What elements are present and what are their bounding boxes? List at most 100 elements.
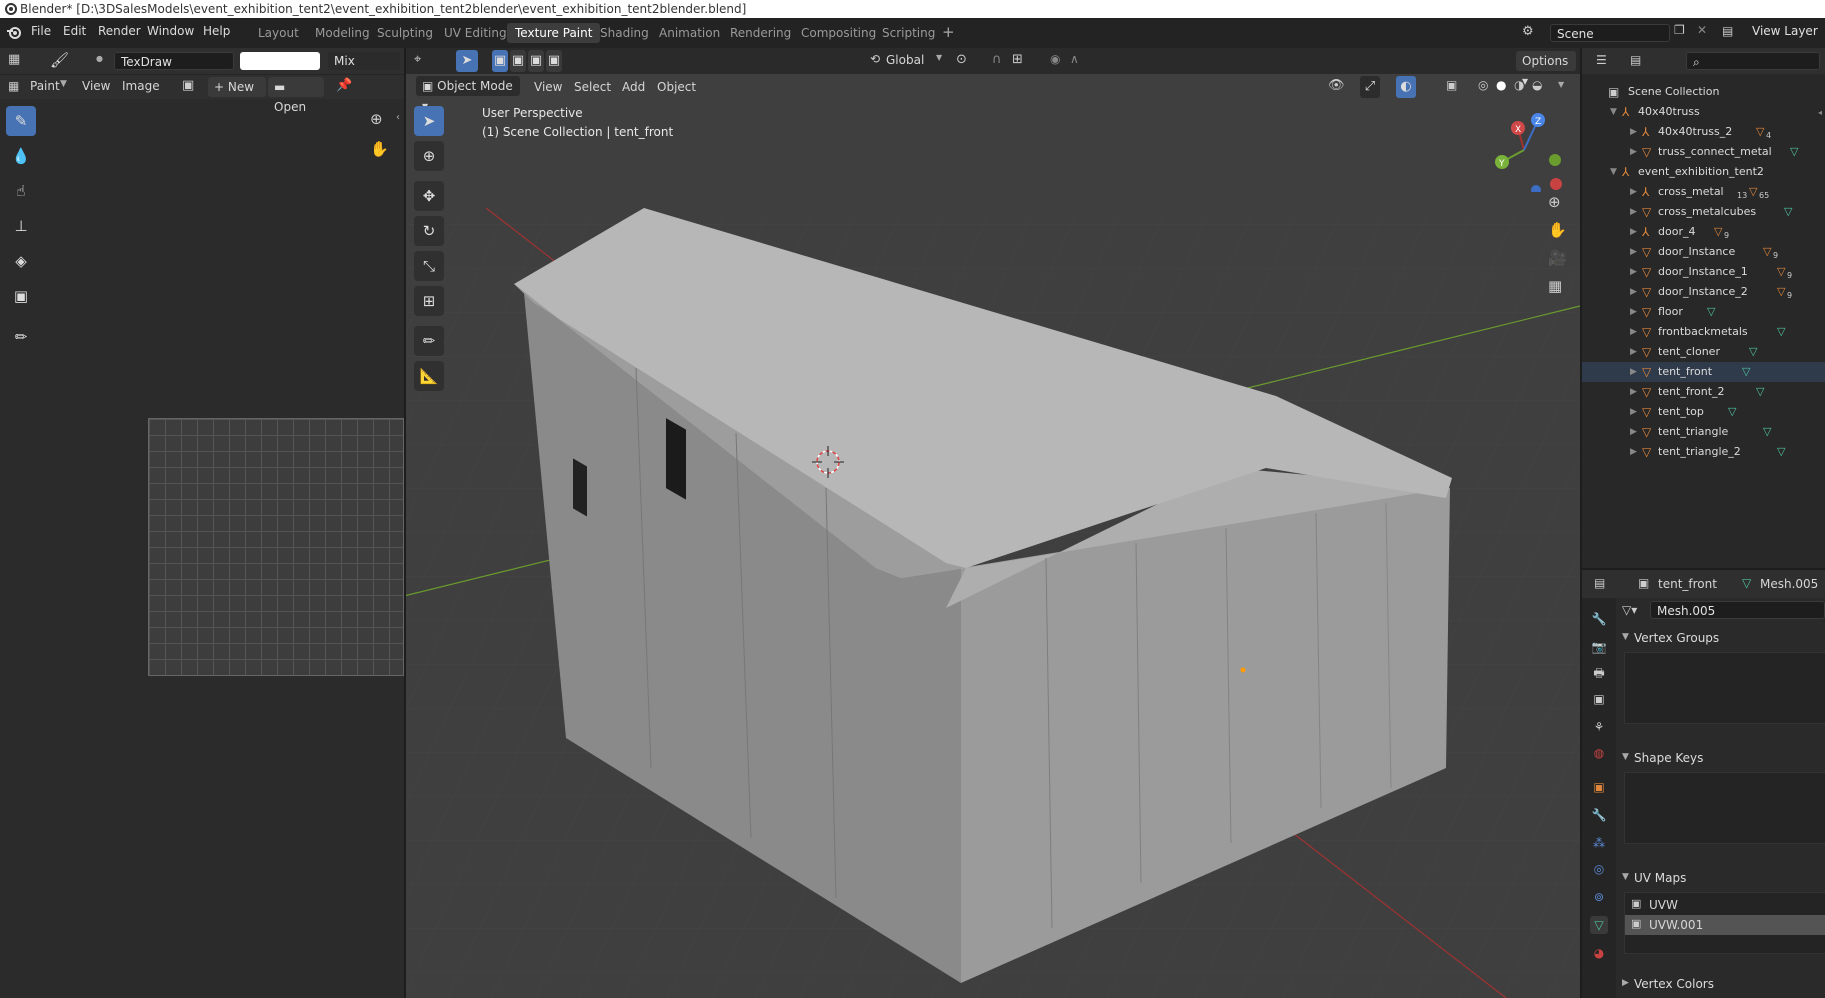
- move-tool-icon[interactable]: ✥: [414, 181, 444, 211]
- expand-icon[interactable]: ▶: [1630, 402, 1637, 422]
- outliner-item[interactable]: ▼ ⅄ 40x40truss: [1582, 102, 1825, 122]
- expand-icon[interactable]: ▶: [1630, 122, 1637, 142]
- outliner-item[interactable]: ▶ ▽ tent_front ▽: [1582, 362, 1825, 382]
- render-tab-icon[interactable]: 📷: [1590, 638, 1608, 656]
- menu-view[interactable]: View: [534, 80, 562, 94]
- soften-tool-icon[interactable]: 💧: [6, 141, 36, 171]
- menu-render[interactable]: Render: [98, 24, 141, 38]
- view-layer-icon[interactable]: ▤: [1722, 24, 1733, 38]
- collapse-icon[interactable]: ▼: [1622, 872, 1629, 882]
- outliner-item[interactable]: ▶ ▽ tent_triangle_2 ▽: [1582, 442, 1825, 462]
- outliner-item[interactable]: ▶ ⅄ door_4 ▽ 9: [1582, 222, 1825, 242]
- 3d-viewport[interactable]: ⌖ ➤ ▣ ▣ ▣ ▣ ⟲ Global ▼ ⊙ ∩ ⊞ ◉ ∧ Options…: [406, 48, 1580, 998]
- outliner-item[interactable]: ▼ ⅄ event_exhibition_tent2: [1582, 162, 1825, 182]
- open-image-button[interactable]: ▬ Open: [268, 77, 324, 114]
- chevron-down-icon[interactable]: ▼: [60, 79, 67, 89]
- falloff-icon[interactable]: ∧: [1070, 52, 1079, 66]
- camera-view-icon[interactable]: 🎥: [1548, 249, 1567, 267]
- expand-icon[interactable]: ▶: [1630, 382, 1637, 402]
- visibility-icon[interactable]: 👁: [1328, 78, 1345, 93]
- outliner-item[interactable]: ▶ ▽ cross_metalcubes ▽: [1582, 202, 1825, 222]
- expand-icon[interactable]: ▶: [1630, 442, 1637, 462]
- outliner-item[interactable]: ▶ ▽ frontbackmetals ▽: [1582, 322, 1825, 342]
- mesh-data-icon[interactable]: ▽: [1763, 422, 1771, 442]
- child-objects-icon[interactable]: ▽: [1777, 262, 1785, 282]
- solid-shading-icon[interactable]: ●: [1496, 78, 1506, 92]
- tab-sculpting[interactable]: Sculpting: [369, 23, 441, 43]
- gizmo-toggle-icon[interactable]: ⤢: [1360, 76, 1380, 98]
- tab-scripting[interactable]: Scripting: [874, 23, 943, 43]
- brush-color-swatch[interactable]: [240, 52, 320, 70]
- scene-name-field[interactable]: Scene: [1550, 24, 1670, 42]
- collapse-icon[interactable]: ▼: [1610, 162, 1617, 182]
- zoom-icon[interactable]: ⊕: [1548, 193, 1561, 211]
- mesh-datablock-field[interactable]: Mesh.005: [1650, 601, 1825, 619]
- ortho-toggle-icon[interactable]: ▦: [1548, 277, 1562, 295]
- mesh-data-tab-icon[interactable]: ▽: [1590, 916, 1608, 934]
- modifier-tab-icon[interactable]: 🔧: [1590, 806, 1608, 824]
- xray-icon[interactable]: ▣: [1446, 78, 1457, 92]
- properties-editor-icon[interactable]: ▤: [1594, 576, 1605, 590]
- scene-tab-icon[interactable]: ⚘: [1590, 718, 1608, 736]
- snap-target-icon[interactable]: ⊞: [1012, 52, 1023, 67]
- tab-uv-editing[interactable]: UV Editing: [436, 23, 515, 43]
- clone-tool-icon[interactable]: ⊥: [6, 211, 36, 241]
- mesh-data-icon[interactable]: ▽: [1784, 202, 1792, 222]
- tab-animation[interactable]: Animation: [651, 23, 728, 43]
- scale-tool-icon[interactable]: ⤡: [414, 251, 444, 281]
- tab-texture-paint[interactable]: Texture Paint: [507, 23, 601, 43]
- transform-orientation-icon[interactable]: ⟲: [870, 52, 880, 66]
- menu-window[interactable]: Window: [147, 24, 194, 38]
- expand-icon[interactable]: ▶: [1630, 242, 1637, 262]
- expand-icon[interactable]: ▶: [1630, 282, 1637, 302]
- shape-keys-header[interactable]: Shape Keys: [1634, 748, 1703, 768]
- mesh-browse-icon[interactable]: ▽▾: [1622, 603, 1637, 617]
- expand-icon[interactable]: ▶: [1630, 222, 1637, 242]
- view-layer-tab-icon[interactable]: ▣: [1590, 690, 1608, 708]
- uv-map-item-active[interactable]: ▣ UVW.001: [1625, 915, 1825, 935]
- collapse-icon[interactable]: ▼: [1622, 752, 1629, 762]
- blend-mode-select[interactable]: Mix: [328, 52, 400, 70]
- select-tool-icon[interactable]: ➤: [414, 106, 444, 136]
- select-box-icon[interactable]: ➤: [456, 50, 478, 72]
- wireframe-shading-icon[interactable]: ◎: [1478, 78, 1488, 92]
- outliner-item[interactable]: ▶ ⅄ cross_metal ▽ 65 13: [1582, 182, 1825, 202]
- mesh-data-icon[interactable]: ▽: [1742, 362, 1750, 382]
- expand-icon[interactable]: ▶: [1630, 422, 1637, 442]
- snap-icon[interactable]: ∩: [992, 52, 1002, 67]
- copy-scene-icon[interactable]: ❐: [1674, 23, 1685, 37]
- rendered-shading-icon[interactable]: ◒: [1532, 78, 1542, 92]
- expand-icon[interactable]: ▶: [1630, 342, 1637, 362]
- expand-icon[interactable]: ▶: [1622, 978, 1629, 988]
- annotate-tool-icon[interactable]: ✏: [6, 322, 36, 352]
- outliner-item[interactable]: ▶ ▽ tent_front_2 ▽: [1582, 382, 1825, 402]
- measure-tool-icon[interactable]: 📐: [414, 361, 444, 391]
- menu-file[interactable]: File: [31, 24, 51, 38]
- pivot-point-icon[interactable]: ⊙: [956, 52, 967, 67]
- scene-icon[interactable]: ⚙: [1522, 24, 1534, 39]
- brush-dot-icon[interactable]: ●: [96, 54, 103, 63]
- filter-toggle-icon[interactable]: ◂: [1818, 108, 1822, 117]
- object-tab-icon[interactable]: ▣: [1590, 778, 1608, 796]
- uv-map-item[interactable]: ▣ UVW: [1625, 895, 1825, 915]
- pan-hand-icon[interactable]: ✋: [370, 140, 389, 158]
- fill-tool-icon[interactable]: ◈: [6, 246, 36, 276]
- outliner-item[interactable]: ▶ ▽ tent_top ▽: [1582, 402, 1825, 422]
- child-objects-icon[interactable]: ▽: [1714, 222, 1722, 242]
- vertex-colors-header[interactable]: Vertex Colors: [1634, 974, 1714, 994]
- brush-name-field[interactable]: TexDraw: [114, 52, 234, 70]
- add-workspace-icon[interactable]: +: [942, 23, 955, 41]
- menu-help[interactable]: Help: [203, 24, 230, 38]
- image-browse-icon[interactable]: ▣: [182, 78, 194, 93]
- mode-subtract-icon[interactable]: ▣: [528, 50, 544, 72]
- mesh-data-icon[interactable]: ▽: [1756, 382, 1764, 402]
- pin-icon[interactable]: 📌: [336, 78, 352, 93]
- menu-object[interactable]: Object: [657, 80, 696, 94]
- options-button[interactable]: Options ▾: [1516, 51, 1576, 88]
- particles-tab-icon[interactable]: ⁂: [1590, 834, 1608, 852]
- expand-icon[interactable]: ▶: [1630, 302, 1637, 322]
- mesh-data-icon[interactable]: ▽: [1707, 302, 1715, 322]
- tab-modeling[interactable]: Modeling: [307, 23, 378, 43]
- material-shading-icon[interactable]: ◑: [1514, 78, 1524, 92]
- outliner-item[interactable]: ▶ ▽ truss_connect_metal ▽: [1582, 142, 1825, 162]
